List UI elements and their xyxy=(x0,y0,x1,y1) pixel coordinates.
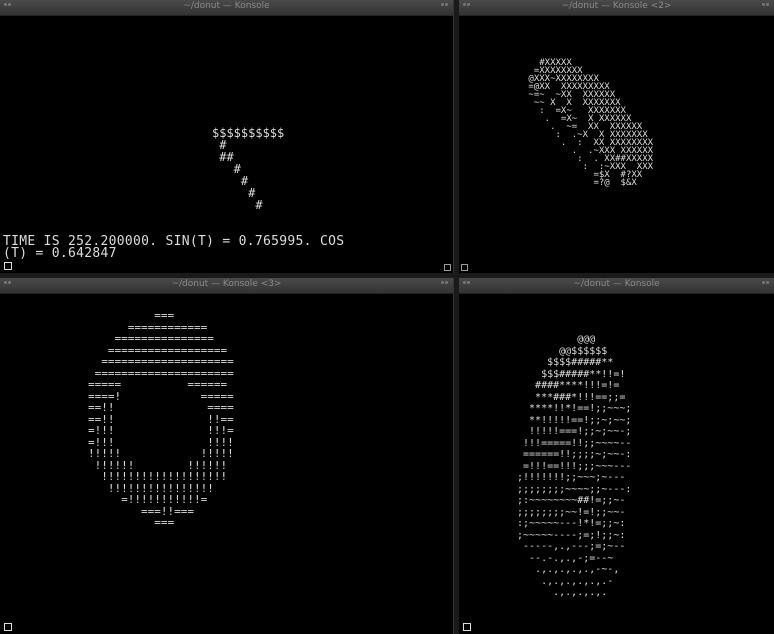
terminal-output[interactable]: $$$$$$$$$$ # ## # # # # TIME IS 252.2000… xyxy=(0,16,453,273)
terminal-cursor xyxy=(4,623,12,631)
terminal-pane-top-left[interactable]: ~/donut — Konsole $$$$$$$$$$ # ## # # # … xyxy=(0,0,453,273)
window-controls-icon[interactable] xyxy=(762,281,770,289)
terminal-output[interactable]: === ============ =============== =======… xyxy=(0,294,453,634)
ascii-donut-render: #XXXXX =XXXXXXXX @XXX~XXXXXXXX =@XX XXXX… xyxy=(528,58,654,188)
ascii-donut-render: @@@ @@$$$$$$ $$$$#####** $$$#####**!!=! … xyxy=(517,334,632,598)
window-title: ~/donut — Konsole <3> xyxy=(171,279,282,289)
resize-handle-icon[interactable] xyxy=(461,264,468,271)
terminal-cursor xyxy=(4,262,12,270)
window-controls-icon[interactable] xyxy=(441,281,449,289)
window-title: ~/donut — Konsole xyxy=(573,279,660,289)
terminal-cursor xyxy=(463,623,471,631)
window-title: ~/donut — Konsole <2> xyxy=(561,1,672,11)
terminal-output[interactable]: @@@ @@$$$$$$ $$$$#####** $$$#####**!!=! … xyxy=(459,294,774,634)
terminal-pane-bottom-right[interactable]: ~/donut — Konsole @@@ @@$$$$$$ $$$$#####… xyxy=(459,278,774,634)
window-controls-icon[interactable] xyxy=(441,3,449,11)
terminal-pane-top-right[interactable]: ~/donut — Konsole <2> #XXXXX =XXXXXXXX @… xyxy=(459,0,774,273)
terminal-pane-bottom-left[interactable]: ~/donut — Konsole <3> === ============ =… xyxy=(0,278,453,634)
status-text: TIME IS 252.200000. SIN(T) = 0.765995. C… xyxy=(3,234,345,261)
window-titlebar[interactable]: ~/donut — Konsole <3> xyxy=(0,278,453,294)
resize-handle-icon[interactable] xyxy=(444,264,451,271)
window-titlebar[interactable]: ~/donut — Konsole xyxy=(459,278,774,294)
ascii-render-line: $$$$$$$$$$ # ## # # # # xyxy=(212,126,285,212)
window-titlebar[interactable]: ~/donut — Konsole <2> xyxy=(459,0,774,16)
window-titlebar[interactable]: ~/donut — Konsole xyxy=(0,0,453,16)
window-title: ~/donut — Konsole xyxy=(183,1,270,11)
ascii-donut-render: === ============ =============== =======… xyxy=(88,309,234,529)
terminal-output[interactable]: #XXXXX =XXXXXXXX @XXX~XXXXXXXX =@XX XXXX… xyxy=(459,16,774,273)
window-controls-icon[interactable] xyxy=(762,3,770,11)
